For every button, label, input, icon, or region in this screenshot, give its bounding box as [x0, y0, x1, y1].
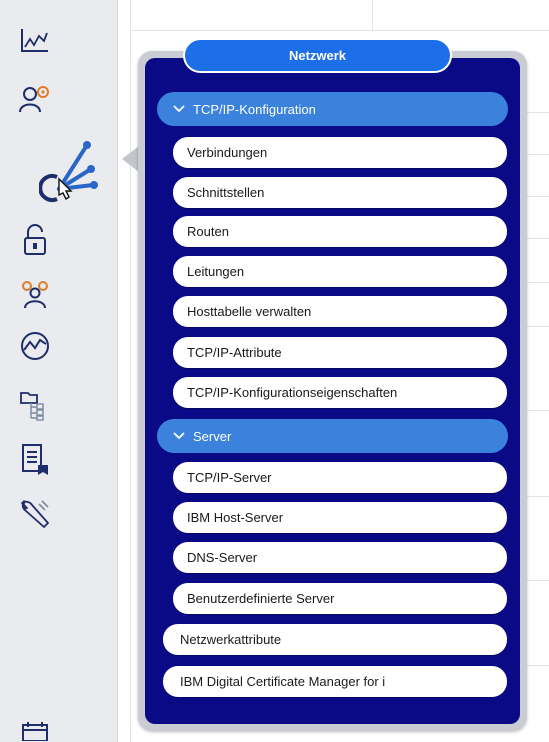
menu-item-digital-certificate-manager[interactable]: IBM Digital Certificate Manager for i: [163, 666, 507, 697]
menu-item-routen[interactable]: Routen: [173, 216, 507, 247]
chevron-down-icon: [173, 432, 185, 440]
users-group-icon[interactable]: [14, 274, 56, 314]
menu-item-tcpip-attribute[interactable]: TCP/IP-Attribute: [173, 337, 507, 368]
menu-item-verbindungen[interactable]: Verbindungen: [173, 137, 507, 168]
sidebar: [0, 0, 118, 742]
group-header-server[interactable]: Server: [157, 419, 508, 453]
popup-title: Netzwerk: [183, 38, 452, 73]
calendar-icon[interactable]: [14, 718, 56, 742]
group-header-label: TCP/IP-Konfiguration: [193, 101, 316, 117]
menu-item-hosttabelle[interactable]: Hosttabelle verwalten: [173, 296, 507, 327]
popup-pointer: [122, 146, 139, 172]
menu-item-tcpip-konfigurationseigenschaften[interactable]: TCP/IP-Konfigurationseigenschaften: [173, 377, 507, 408]
chart-line-icon[interactable]: [14, 20, 56, 60]
table-divider: [527, 238, 549, 239]
table-divider: [527, 410, 549, 411]
table-divider: [527, 196, 549, 197]
table-divider: [527, 580, 549, 581]
group-header-tcpip[interactable]: TCP/IP-Konfiguration: [157, 92, 508, 126]
table-divider: [527, 326, 549, 327]
menu-item-dns-server[interactable]: DNS-Server: [173, 542, 507, 573]
table-divider: [527, 154, 549, 155]
menu-item-netzwerkattribute[interactable]: Netzwerkattribute: [163, 624, 507, 655]
menu-item-schnittstellen[interactable]: Schnittstellen: [173, 177, 507, 208]
menu-item-tcpip-server[interactable]: TCP/IP-Server: [173, 462, 507, 493]
table-divider: [527, 282, 549, 283]
menu-item-benutzerdefinierte-server[interactable]: Benutzerdefinierte Server: [173, 583, 507, 614]
table-divider: [130, 0, 131, 742]
menu-item-ibm-host-server[interactable]: IBM Host-Server: [173, 502, 507, 533]
lock-open-icon[interactable]: [14, 220, 56, 260]
network-icon[interactable]: [38, 138, 100, 204]
table-divider: [527, 496, 549, 497]
table-divider: [372, 0, 373, 30]
user-settings-icon[interactable]: [14, 78, 56, 118]
performance-gauge-icon[interactable]: [14, 326, 56, 366]
table-divider: [527, 665, 549, 666]
folder-tree-icon[interactable]: [14, 384, 56, 424]
chevron-down-icon: [173, 105, 185, 113]
table-divider: [130, 30, 549, 31]
wrench-icon[interactable]: [14, 494, 56, 534]
table-divider: [527, 112, 549, 113]
group-header-label: Server: [193, 428, 232, 444]
menu-item-leitungen[interactable]: Leitungen: [173, 256, 507, 287]
document-list-icon[interactable]: [14, 440, 56, 480]
